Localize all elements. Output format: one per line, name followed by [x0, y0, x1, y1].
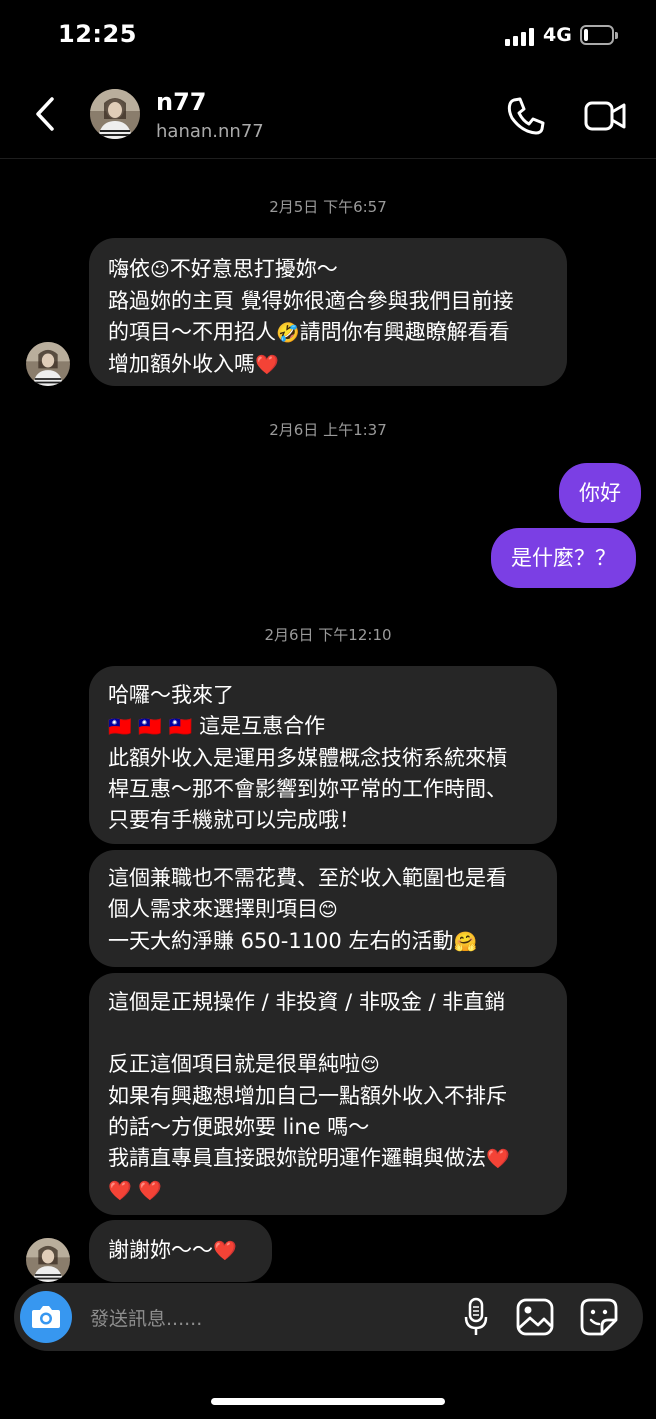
network-type: 4G: [543, 24, 572, 46]
message-line: 請問你有興趣瞭解看看: [299, 320, 510, 344]
avatar[interactable]: [90, 89, 140, 139]
message-line: 增加額外收入嗎: [108, 352, 255, 376]
received-message[interactable]: 謝謝妳～～❤️: [89, 1220, 272, 1282]
battery-icon: [580, 25, 618, 45]
message-line: 哈囉～我來了: [108, 683, 234, 707]
sent-message[interactable]: 是什麼？？: [491, 528, 636, 588]
emoji: ❤️: [138, 1180, 163, 1202]
message-line: 的話～方便跟妳要 line 嗎～: [108, 1115, 370, 1139]
message-line: 桿互惠～那不會影響到妳平常的工作時間、: [108, 777, 507, 801]
status-time: 12:25: [58, 20, 137, 48]
message-timestamp: 2月5日 下午6:57: [269, 198, 387, 216]
taiwan-flag-icon: 🇹🇼: [138, 716, 163, 738]
emoji: ❤️: [255, 354, 279, 376]
received-message[interactable]: 嗨依😉不好意思打擾妳～ 路過妳的主頁 覺得妳很適合參與我們目前接 的項目～不用招…: [89, 238, 567, 386]
received-message[interactable]: 這個兼職也不需花費、至於收入範圍也是看 個人需求來選擇則項目😊 一天大約淨賺 6…: [89, 850, 557, 967]
sticker-icon[interactable]: [580, 1298, 618, 1336]
camera-icon: [32, 1306, 60, 1328]
message-line: 個人需求來選擇則項目: [108, 897, 318, 921]
emoji: ❤️: [108, 1180, 132, 1202]
emoji: ❤️: [213, 1240, 237, 1262]
message-line: 這是互惠合作: [199, 714, 326, 738]
contact-name[interactable]: n77: [156, 88, 206, 116]
sent-message[interactable]: 你好: [559, 463, 641, 523]
message-line: 這個是正規操作 / 非投資 / 非吸金 / 非直銷: [108, 990, 506, 1014]
message-line: 的項目～不用招人: [108, 320, 276, 344]
received-message[interactable]: 這個是正規操作 / 非投資 / 非吸金 / 非直銷 反正這個項目就是很單純啦😌 …: [89, 973, 567, 1215]
emoji: 😉: [150, 259, 170, 281]
message-input[interactable]: 發送訊息......: [90, 1304, 202, 1331]
video-camera-icon[interactable]: [582, 94, 628, 138]
message-timestamp: 2月6日 上午1:37: [269, 421, 387, 439]
message-line: 我請直專員直接跟妳說明運作邏輯與做法: [108, 1146, 486, 1170]
message-line: 反正這個項目就是很單純啦: [108, 1052, 360, 1076]
status-bar: 12:25 4G: [0, 0, 656, 72]
camera-button[interactable]: [20, 1291, 72, 1343]
received-message[interactable]: 哈囉～我來了 🇹🇼 🇹🇼 🇹🇼 這是互惠合作 此額外收入是運用多媒體概念技術系統…: [89, 666, 557, 844]
chevron-left-icon[interactable]: [28, 92, 62, 136]
emoji: 😌: [360, 1054, 380, 1076]
message-timestamp: 2月6日 下午12:10: [264, 626, 392, 644]
message-line: 嗨依: [108, 257, 150, 281]
phone-icon[interactable]: [504, 94, 548, 138]
message-line: 謝謝妳～～: [108, 1238, 213, 1262]
message-line: 路過妳的主頁 覺得妳很適合參與我們目前接: [108, 289, 514, 313]
avatar[interactable]: [26, 1238, 70, 1282]
gallery-icon[interactable]: [516, 1298, 554, 1336]
avatar[interactable]: [26, 342, 70, 386]
home-indicator[interactable]: [211, 1398, 445, 1405]
message-line: 不好意思打擾妳～: [169, 257, 338, 281]
message-line: 只要有手機就可以完成哦！: [108, 808, 360, 832]
emoji: ❤️: [486, 1148, 510, 1170]
emoji: 😊: [318, 899, 338, 921]
emoji: 🤗: [453, 931, 478, 953]
message-line: 此額外收入是運用多媒體概念技術系統來槓: [108, 746, 507, 770]
emoji: 🤣: [276, 322, 300, 344]
contact-handle[interactable]: hanan.nn77: [156, 121, 264, 142]
message-line: 一天大約淨賺 650-1100 左右的活動: [108, 929, 454, 953]
signal-icon: [505, 28, 535, 46]
microphone-icon[interactable]: [464, 1297, 488, 1337]
message-line: 如果有興趣想增加自己一點額外收入不排斥: [108, 1084, 507, 1108]
chat-header: n77 hanan.nn77: [0, 72, 656, 159]
message-line: 這個兼職也不需花費、至於收入範圍也是看: [108, 866, 507, 890]
message-composer: 發送訊息......: [14, 1283, 643, 1351]
taiwan-flag-icon: 🇹🇼: [168, 716, 193, 738]
taiwan-flag-icon: 🇹🇼: [108, 716, 132, 738]
